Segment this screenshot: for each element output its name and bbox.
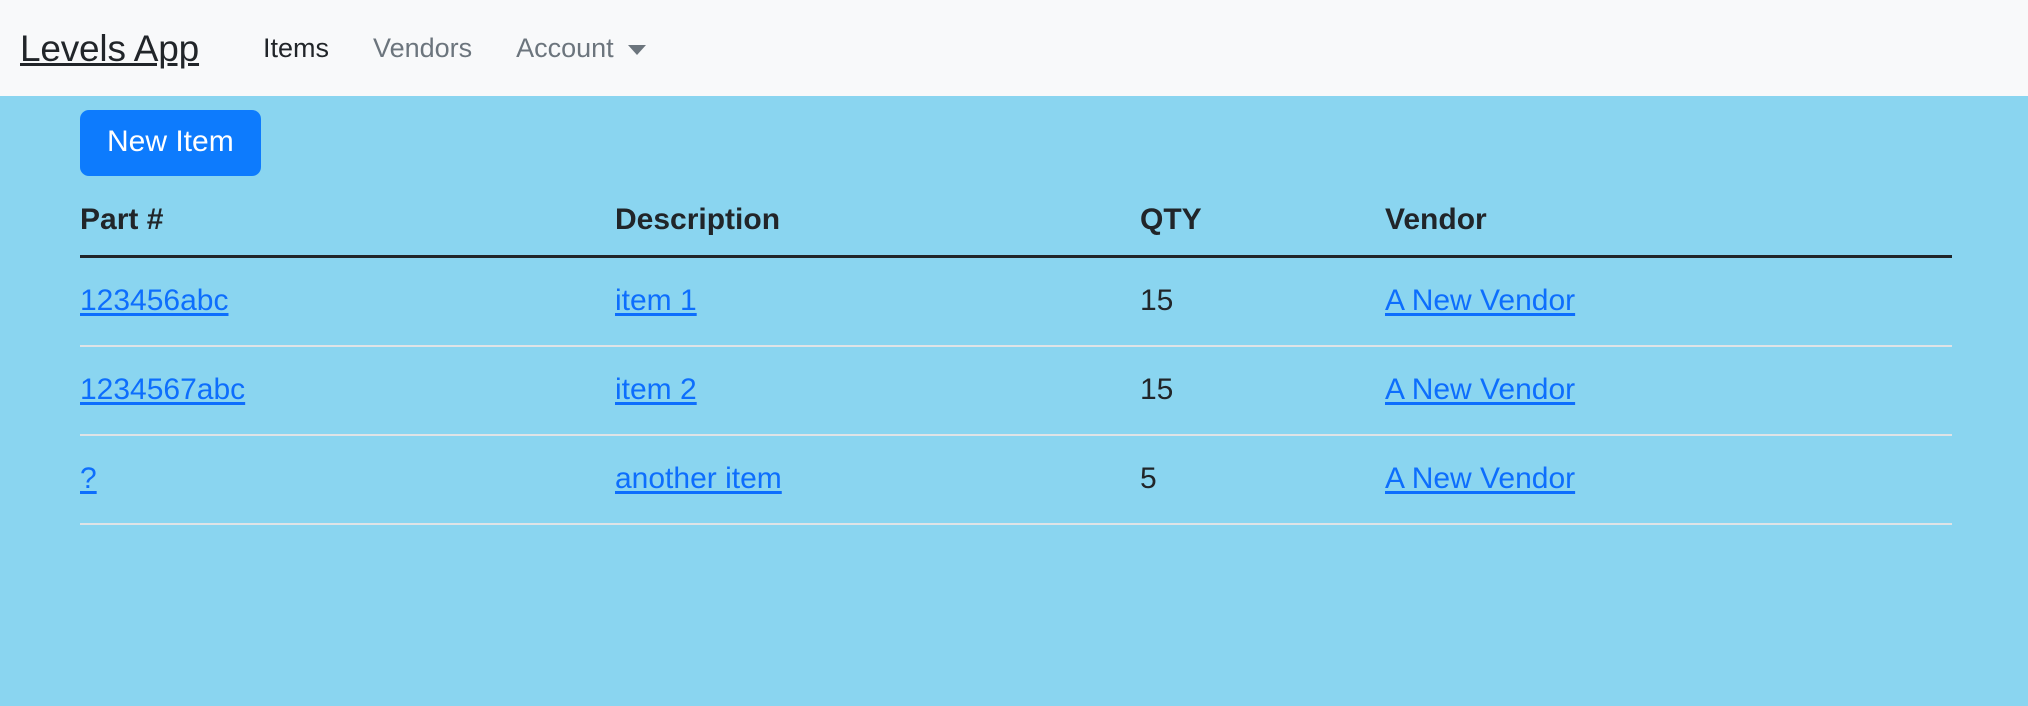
- navbar: Levels App Items Vendors Account: [0, 0, 2028, 96]
- items-table: Part # Description QTY Vendor 123456abc i…: [80, 203, 1952, 525]
- part-link[interactable]: 1234567abc: [80, 373, 245, 406]
- items-table-body: 123456abc item 1 15 A New Vendor 1234567abc i…: [80, 256, 1952, 525]
- items-table-head: Part # Description QTY Vendor: [80, 203, 1952, 258]
- table-row: 123456abc item 1 15 A New Vendor: [80, 256, 1952, 347]
- table-row: 1234567abc item 2 15 A New Vendor: [80, 346, 1952, 436]
- cell-part: 1234567abc: [80, 346, 615, 436]
- chevron-down-icon: [627, 45, 646, 55]
- column-header-description: Description: [615, 203, 1140, 258]
- part-link[interactable]: 123456abc: [80, 284, 228, 317]
- part-link[interactable]: ?: [80, 462, 97, 495]
- vendor-link[interactable]: A New Vendor: [1385, 373, 1575, 406]
- nav-dropdown-account[interactable]: Account: [494, 32, 668, 63]
- items-table-container: Part # Description QTY Vendor 123456abc i…: [80, 203, 1952, 525]
- table-header-row: Part # Description QTY Vendor: [80, 203, 1952, 258]
- nav-link-vendors[interactable]: Vendors: [351, 34, 494, 62]
- new-item-button[interactable]: New Item: [80, 110, 261, 176]
- description-link[interactable]: item 2: [615, 373, 697, 406]
- cell-vendor: A New Vendor: [1385, 435, 1952, 525]
- nav-dropdown-account-label: Account: [516, 32, 614, 63]
- cell-part: ?: [80, 435, 615, 525]
- cell-qty: 15: [1140, 256, 1385, 347]
- navbar-brand[interactable]: Levels App: [20, 30, 199, 67]
- cell-description: item 1: [615, 256, 1140, 347]
- cell-vendor: A New Vendor: [1385, 346, 1952, 436]
- description-link[interactable]: another item: [615, 462, 782, 495]
- table-row: ? another item 5 A New Vendor: [80, 435, 1952, 525]
- cell-description: item 2: [615, 346, 1140, 436]
- nav-link-items[interactable]: Items: [241, 34, 351, 62]
- column-header-qty: QTY: [1140, 203, 1385, 258]
- column-header-vendor: Vendor: [1385, 203, 1952, 258]
- cell-part: 123456abc: [80, 256, 615, 347]
- cell-description: another item: [615, 435, 1140, 525]
- cell-qty: 5: [1140, 435, 1385, 525]
- cell-qty: 15: [1140, 346, 1385, 436]
- column-header-part: Part #: [80, 203, 615, 258]
- vendor-link[interactable]: A New Vendor: [1385, 462, 1575, 495]
- main-content: New Item Part # Description QTY Vendor 1…: [0, 96, 2028, 525]
- description-link[interactable]: item 1: [615, 284, 697, 317]
- cell-vendor: A New Vendor: [1385, 256, 1952, 347]
- vendor-link[interactable]: A New Vendor: [1385, 284, 1575, 317]
- nav-links: Items Vendors Account: [241, 32, 668, 63]
